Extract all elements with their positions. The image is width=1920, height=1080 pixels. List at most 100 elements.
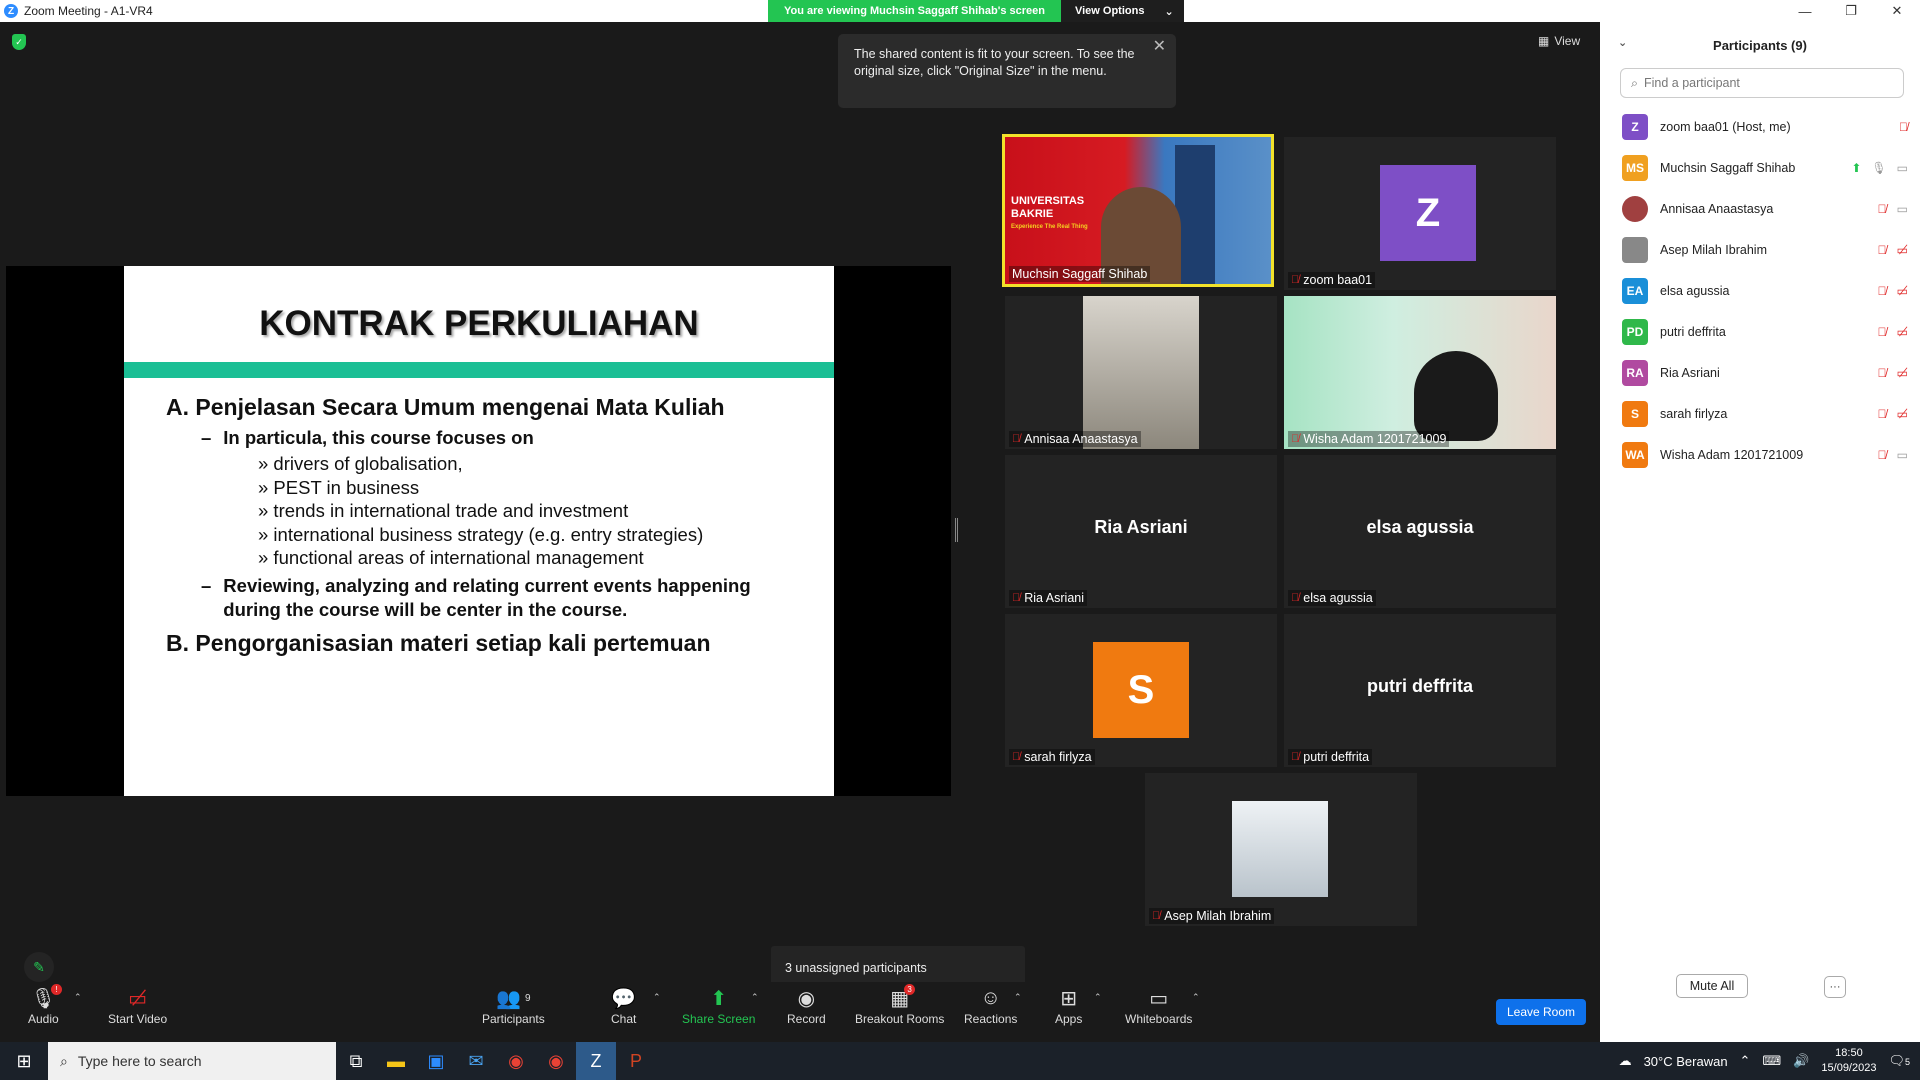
participant-row[interactable]: RA Ria Asriani 🎙̸ ▭̸: [1600, 352, 1920, 393]
security-shield-icon[interactable]: ✓: [12, 34, 26, 50]
mic-off-icon[interactable]: 🎙̸: [1878, 448, 1887, 462]
mic-icon[interactable]: 🎙: [1871, 161, 1886, 175]
file-explorer-icon[interactable]: ▬: [376, 1042, 416, 1080]
participants-icon: 👥 9: [496, 987, 531, 1010]
audio-caret-icon[interactable]: ⌃: [74, 992, 82, 1003]
mic-off-icon[interactable]: 🎙̸: [1899, 120, 1908, 134]
reactions-button[interactable]: ☺ Reactions: [964, 984, 1017, 1027]
chrome-icon[interactable]: ◉: [496, 1042, 536, 1080]
mic-off-icon[interactable]: 🎙̸: [1878, 325, 1887, 339]
video-off-icon[interactable]: ▭̸: [1897, 407, 1908, 421]
restore-button[interactable]: ❐: [1828, 0, 1874, 22]
split-resize-handle[interactable]: [955, 518, 958, 542]
video-off-icon[interactable]: ▭̸: [1897, 243, 1908, 257]
participant-row[interactable]: MS Muchsin Saggaff Shihab ⬆ 🎙 ▭: [1600, 147, 1920, 188]
whiteboards-button[interactable]: ▭ Whiteboards: [1125, 984, 1193, 1027]
video-tile-sarah[interactable]: S 🎙̸ sarah firlyza: [1005, 614, 1277, 767]
view-button[interactable]: ▦ View: [1538, 34, 1580, 48]
video-tile-zoom-baa01[interactable]: Z 🎙̸ zoom baa01: [1284, 137, 1556, 290]
tile-name-text: Ria Asriani: [1024, 591, 1084, 605]
participant-row[interactable]: Zzoom baa01 (Host, me) 🎙̸: [1600, 106, 1920, 147]
participant-row[interactable]: PD putri deffrita 🎙̸ ▭̸: [1600, 311, 1920, 352]
whiteboards-caret-icon[interactable]: ⌃: [1192, 992, 1200, 1003]
mic-off-icon[interactable]: 🎙̸: [1878, 202, 1887, 216]
chevron-down-icon[interactable]: ⌄: [1618, 36, 1627, 49]
video-tile-putri[interactable]: putri deffrita 🎙̸ putri deffrita: [1284, 614, 1556, 767]
breakout-rooms-label: Breakout Rooms: [855, 1012, 945, 1026]
participants-button[interactable]: 👥 9 Participants: [482, 984, 545, 1027]
participant-row[interactable]: WA Wisha Adam 1201721009 🎙̸ ▭: [1600, 434, 1920, 475]
video-tile-wisha[interactable]: 🎙̸ Wisha Adam 1201721009: [1284, 296, 1556, 449]
volume-icon[interactable]: 🔊: [1793, 1053, 1809, 1069]
video-off-icon[interactable]: ▭̸: [1897, 284, 1908, 298]
participant-name: Ria Asriani: [1660, 365, 1720, 380]
mic-off-icon[interactable]: 🎙̸: [1878, 284, 1887, 298]
breakout-rooms-button[interactable]: ▦ 3 Breakout Rooms: [855, 984, 944, 1026]
apps-caret-icon[interactable]: ⌃: [1094, 992, 1102, 1003]
whiteboards-label: Whiteboards: [1125, 1012, 1193, 1026]
chrome-profile-icon[interactable]: ◉: [536, 1042, 576, 1080]
video-off-icon[interactable]: ▭̸: [1897, 325, 1908, 339]
close-button[interactable]: ✕: [1874, 0, 1920, 22]
video-icon[interactable]: ▭: [1897, 161, 1908, 175]
mic-off-icon[interactable]: 🎙̸: [1878, 366, 1887, 380]
tile-name: 🎙̸ Annisaa Anaastasya: [1009, 431, 1141, 447]
participant-row[interactable]: EA elsa agussia 🎙̸ ▭̸: [1600, 270, 1920, 311]
slide-item: » functional areas of international mana…: [258, 547, 644, 568]
video-off-icon[interactable]: ▭̸: [1897, 366, 1908, 380]
participant-search-input[interactable]: ⌕ Find a participant: [1620, 68, 1904, 98]
mic-off-icon[interactable]: 🎙̸: [1878, 243, 1887, 257]
panel-title: Participants (9): [1713, 37, 1807, 53]
zoom-taskbar-icon[interactable]: Z: [576, 1042, 616, 1080]
start-video-button[interactable]: ▭̸ Start Video: [108, 984, 167, 1027]
avatar: S: [1093, 642, 1189, 738]
audio-button[interactable]: 🎙! Audio: [28, 984, 63, 1026]
video-tile-ria[interactable]: Ria Asriani 🎙̸ Ria Asriani: [1005, 455, 1277, 608]
chat-caret-icon[interactable]: ⌃: [653, 992, 661, 1003]
mute-all-button[interactable]: Mute All: [1676, 974, 1748, 998]
close-icon[interactable]: ✕: [1153, 38, 1166, 55]
avatar: S: [1622, 400, 1648, 427]
mic-off-icon[interactable]: 🎙̸: [1878, 407, 1887, 421]
video-tile-muchsin[interactable]: UNIVERSITAS BAKRIE Experience The Real T…: [1002, 134, 1274, 287]
task-view-icon[interactable]: ⧉: [336, 1042, 376, 1080]
slide-subpoint-1: – In particula, this course focuses on: [201, 427, 534, 448]
participant-row[interactable]: Annisaa Anaastasya 🎙̸ ▭: [1600, 188, 1920, 229]
video-tile-elsa[interactable]: elsa agussia 🎙̸ elsa agussia: [1284, 455, 1556, 608]
chat-button[interactable]: 💬 Chat: [611, 984, 636, 1027]
tile-name-text: zoom baa01: [1303, 273, 1373, 287]
taskbar-search-input[interactable]: ⌕ Type here to search: [48, 1042, 336, 1080]
record-button[interactable]: ◉ Record: [787, 984, 826, 1027]
video-feed: [1083, 296, 1199, 449]
view-options-button[interactable]: View Options ⌄: [1060, 0, 1184, 22]
more-options-button[interactable]: ···: [1824, 976, 1846, 998]
share-screen-button[interactable]: ⬆ Share Screen: [682, 984, 756, 1027]
share-screen-label: Share Screen: [682, 1012, 756, 1026]
participants-panel: ⌄ Participants (9) ⌕ Find a participant …: [1600, 22, 1920, 1042]
participant-row[interactable]: Asep Milah Ibrahim 🎙̸ ▭̸: [1600, 229, 1920, 270]
video-tile-asep[interactable]: 🎙̸ Asep Milah Ibrahim: [1145, 773, 1417, 926]
slide-subpoint-1-text: In particula, this course focuses on: [223, 427, 534, 448]
weather-text[interactable]: 30°C Berawan: [1644, 1054, 1728, 1069]
avatar-photo: [1232, 801, 1328, 897]
clock[interactable]: 18:50 15/09/2023: [1821, 1046, 1876, 1076]
share-caret-icon[interactable]: ⌃: [751, 992, 759, 1003]
video-icon[interactable]: ▭: [1897, 202, 1908, 216]
network-icon[interactable]: ⌨: [1762, 1053, 1781, 1069]
windows-start-icon[interactable]: ⊞: [0, 1042, 48, 1080]
mail-icon[interactable]: ✉: [456, 1042, 496, 1080]
powerpoint-icon[interactable]: P: [616, 1042, 656, 1080]
minimize-button[interactable]: —: [1782, 0, 1828, 22]
annotate-pen-icon[interactable]: ✎: [24, 952, 54, 982]
video-icon[interactable]: ▭: [1897, 448, 1908, 462]
video-tile-annisaa[interactable]: 🎙̸ Annisaa Anaastasya: [1005, 296, 1277, 449]
mic-icon: 🎙!: [31, 984, 63, 1012]
apps-button[interactable]: ⊞ Apps: [1055, 984, 1082, 1027]
leave-room-button[interactable]: Leave Room: [1496, 999, 1586, 1025]
store-icon[interactable]: ▣: [416, 1042, 456, 1080]
notification-icon[interactable]: 🗨5: [1888, 1053, 1910, 1069]
chevron-up-icon[interactable]: ⌃: [1740, 1053, 1751, 1069]
reactions-caret-icon[interactable]: ⌃: [1014, 992, 1022, 1003]
tile-name: 🎙̸ Asep Milah Ibrahim: [1149, 908, 1275, 924]
participant-row[interactable]: Ssarah firlyza 🎙̸ ▭̸: [1600, 393, 1920, 434]
